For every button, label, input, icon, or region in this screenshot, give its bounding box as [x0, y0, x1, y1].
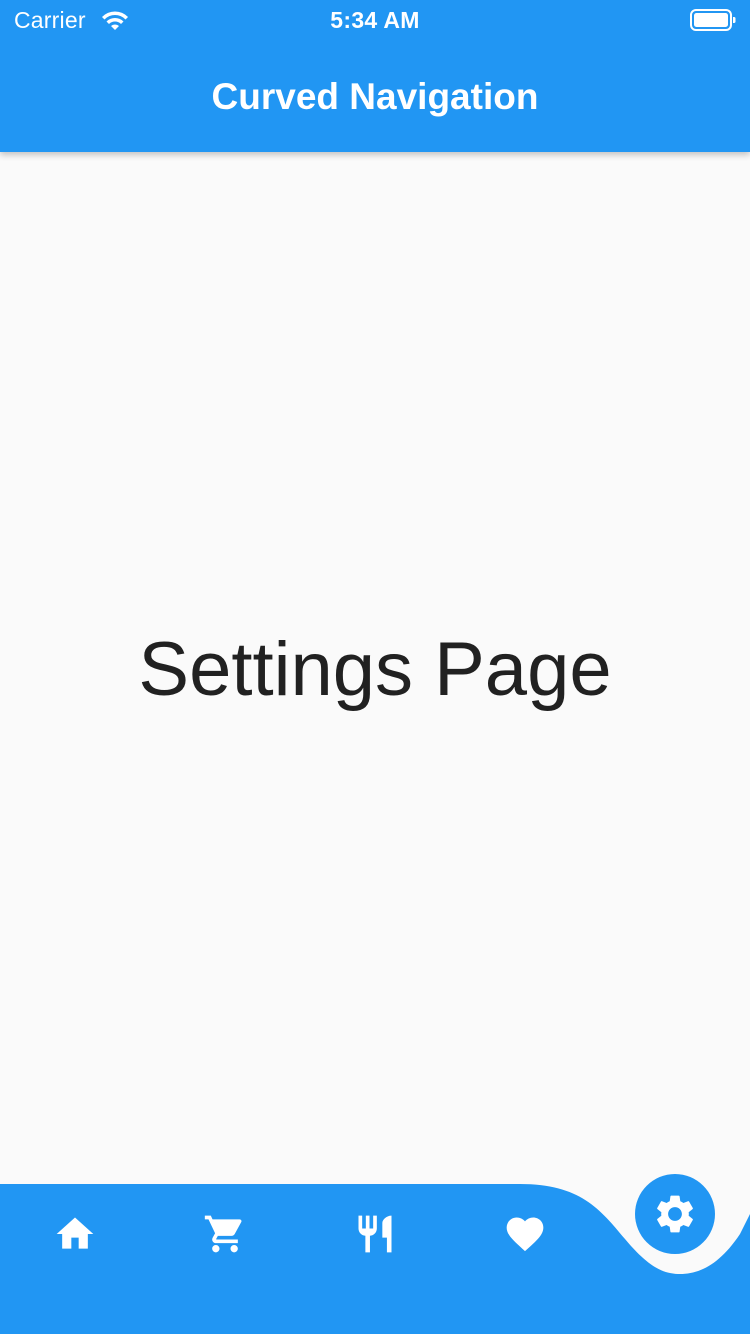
battery-icon: [690, 9, 736, 31]
nav-item-settings[interactable]: [635, 1174, 715, 1254]
status-bar: Carrier 5:34 AM: [0, 0, 750, 40]
page-title: Curved Navigation: [211, 76, 539, 117]
gear-icon: [657, 1195, 693, 1233]
heart-icon: [506, 1217, 544, 1252]
home-icon: [56, 1217, 94, 1249]
nav-item-restaurant[interactable]: [345, 1204, 405, 1264]
status-time: 5:34 AM: [330, 7, 420, 33]
nav-item-cart[interactable]: [195, 1204, 255, 1264]
app-header: Carrier 5:34 AM Curved Navigation: [0, 0, 750, 152]
screen: Carrier 5:34 AM Curved Navigation Settin…: [0, 0, 750, 1334]
main-content: Settings Page: [0, 152, 750, 1184]
shopping-cart-icon: [204, 1215, 242, 1253]
restaurant-icon: [358, 1215, 392, 1253]
nav-item-favorites[interactable]: [495, 1204, 555, 1264]
nav-item-home[interactable]: [45, 1204, 105, 1264]
settings-page-label: Settings Page: [138, 627, 612, 712]
